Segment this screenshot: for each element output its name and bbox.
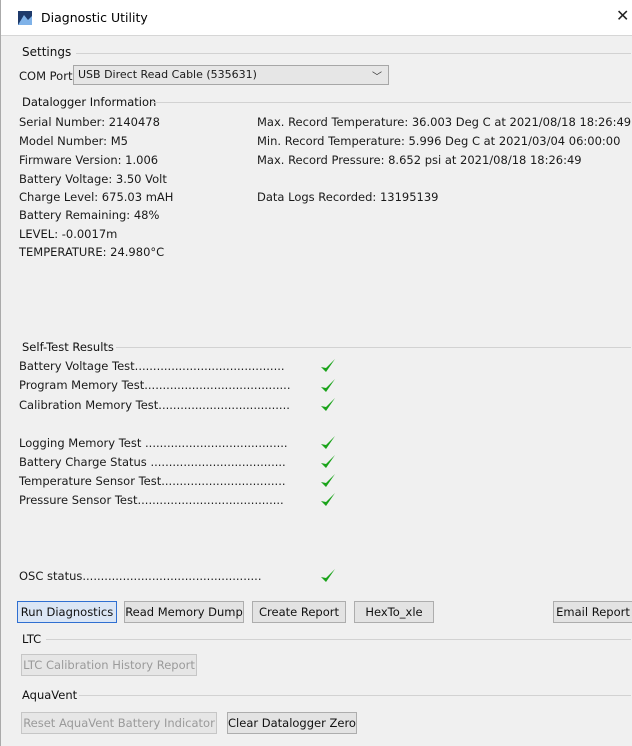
ltc-calibration-history-button[interactable]: LTC Calibration History Report: [21, 654, 197, 676]
test-battery-voltage: Battery Voltage Test....................…: [19, 359, 285, 373]
test-pressure-sensor: Pressure Sensor Test....................…: [19, 493, 284, 507]
min-record-temperature: Min. Record Temperature: 5.996 Deg C at …: [257, 134, 621, 148]
close-icon[interactable]: ✕: [616, 6, 629, 25]
self-test-title: Self-Test Results: [22, 340, 114, 354]
hexto-xle-button[interactable]: HexTo_xle: [354, 601, 434, 623]
model-number: Model Number: M5: [19, 134, 128, 148]
checkmark-icon: [321, 493, 335, 506]
charge-level: Charge Level: 675.03 mAH: [19, 190, 174, 204]
chevron-down-icon: ﹀: [372, 72, 382, 83]
battery-remaining: Battery Remaining: 48%: [19, 208, 160, 222]
test-temperature-sensor: Temperature Sensor Test.................…: [19, 474, 286, 488]
checkmark-icon: [321, 436, 335, 449]
datalogger-divider: [151, 102, 631, 103]
diagnostic-utility-window: Diagnostic Utility ✕ Settings COM Port: …: [0, 0, 632, 746]
test-battery-charge: Battery Charge Status ..................…: [19, 455, 286, 469]
email-report-button[interactable]: Email Report: [553, 601, 632, 623]
create-report-button[interactable]: Create Report: [252, 601, 346, 623]
com-port-select[interactable]: USB Direct Read Cable (535631) ﹀: [73, 65, 389, 85]
test-osc-status: OSC status..............................…: [19, 569, 262, 583]
settings-title: Settings: [22, 45, 72, 59]
serial-number: Serial Number: 2140478: [19, 115, 160, 129]
test-program-memory: Program Memory Test.....................…: [19, 378, 291, 392]
ltc-title: LTC: [22, 632, 42, 646]
checkmark-icon: [321, 569, 335, 582]
test-calibration-memory: Calibration Memory Test.................…: [19, 398, 290, 412]
aquavent-title: AquaVent: [22, 688, 78, 702]
checkmark-icon: [321, 359, 335, 372]
title-bar: Diagnostic Utility ✕: [1, 0, 632, 36]
checkmark-icon: [321, 455, 335, 468]
run-diagnostics-button[interactable]: Run Diagnostics: [17, 601, 117, 623]
aquavent-divider: [79, 695, 631, 696]
max-record-temperature: Max. Record Temperature: 36.003 Deg C at…: [257, 115, 632, 129]
clear-datalogger-zero-button[interactable]: Clear Datalogger Zero: [227, 712, 357, 734]
test-logging-memory: Logging Memory Test ....................…: [19, 436, 288, 450]
self-test-divider: [116, 347, 631, 348]
data-logs-recorded: Data Logs Recorded: 13195139: [257, 190, 439, 204]
app-icon: [18, 11, 32, 25]
max-record-pressure: Max. Record Pressure: 8.652 psi at 2021/…: [257, 153, 582, 167]
checkmark-icon: [321, 379, 335, 392]
checkmark-icon: [321, 474, 335, 487]
window-title: Diagnostic Utility: [41, 10, 148, 25]
checkmark-icon: [321, 398, 335, 411]
datalogger-info-title: Datalogger Information: [22, 95, 157, 109]
com-port-value: USB Direct Read Cable (535631): [78, 68, 257, 81]
reset-aquavent-battery-button[interactable]: Reset AquaVent Battery Indicator: [21, 712, 217, 734]
ltc-divider: [46, 639, 631, 640]
battery-voltage: Battery Voltage: 3.50 Volt: [19, 172, 167, 186]
read-memory-dump-button[interactable]: Read Memory Dump: [124, 601, 244, 623]
settings-divider: [76, 53, 631, 54]
firmware-version: Firmware Version: 1.006: [19, 153, 159, 167]
level-reading: LEVEL: -0.0017m: [19, 227, 118, 241]
com-port-label: COM Port:: [19, 69, 77, 83]
temperature-reading: TEMPERATURE: 24.980°C: [19, 245, 165, 259]
